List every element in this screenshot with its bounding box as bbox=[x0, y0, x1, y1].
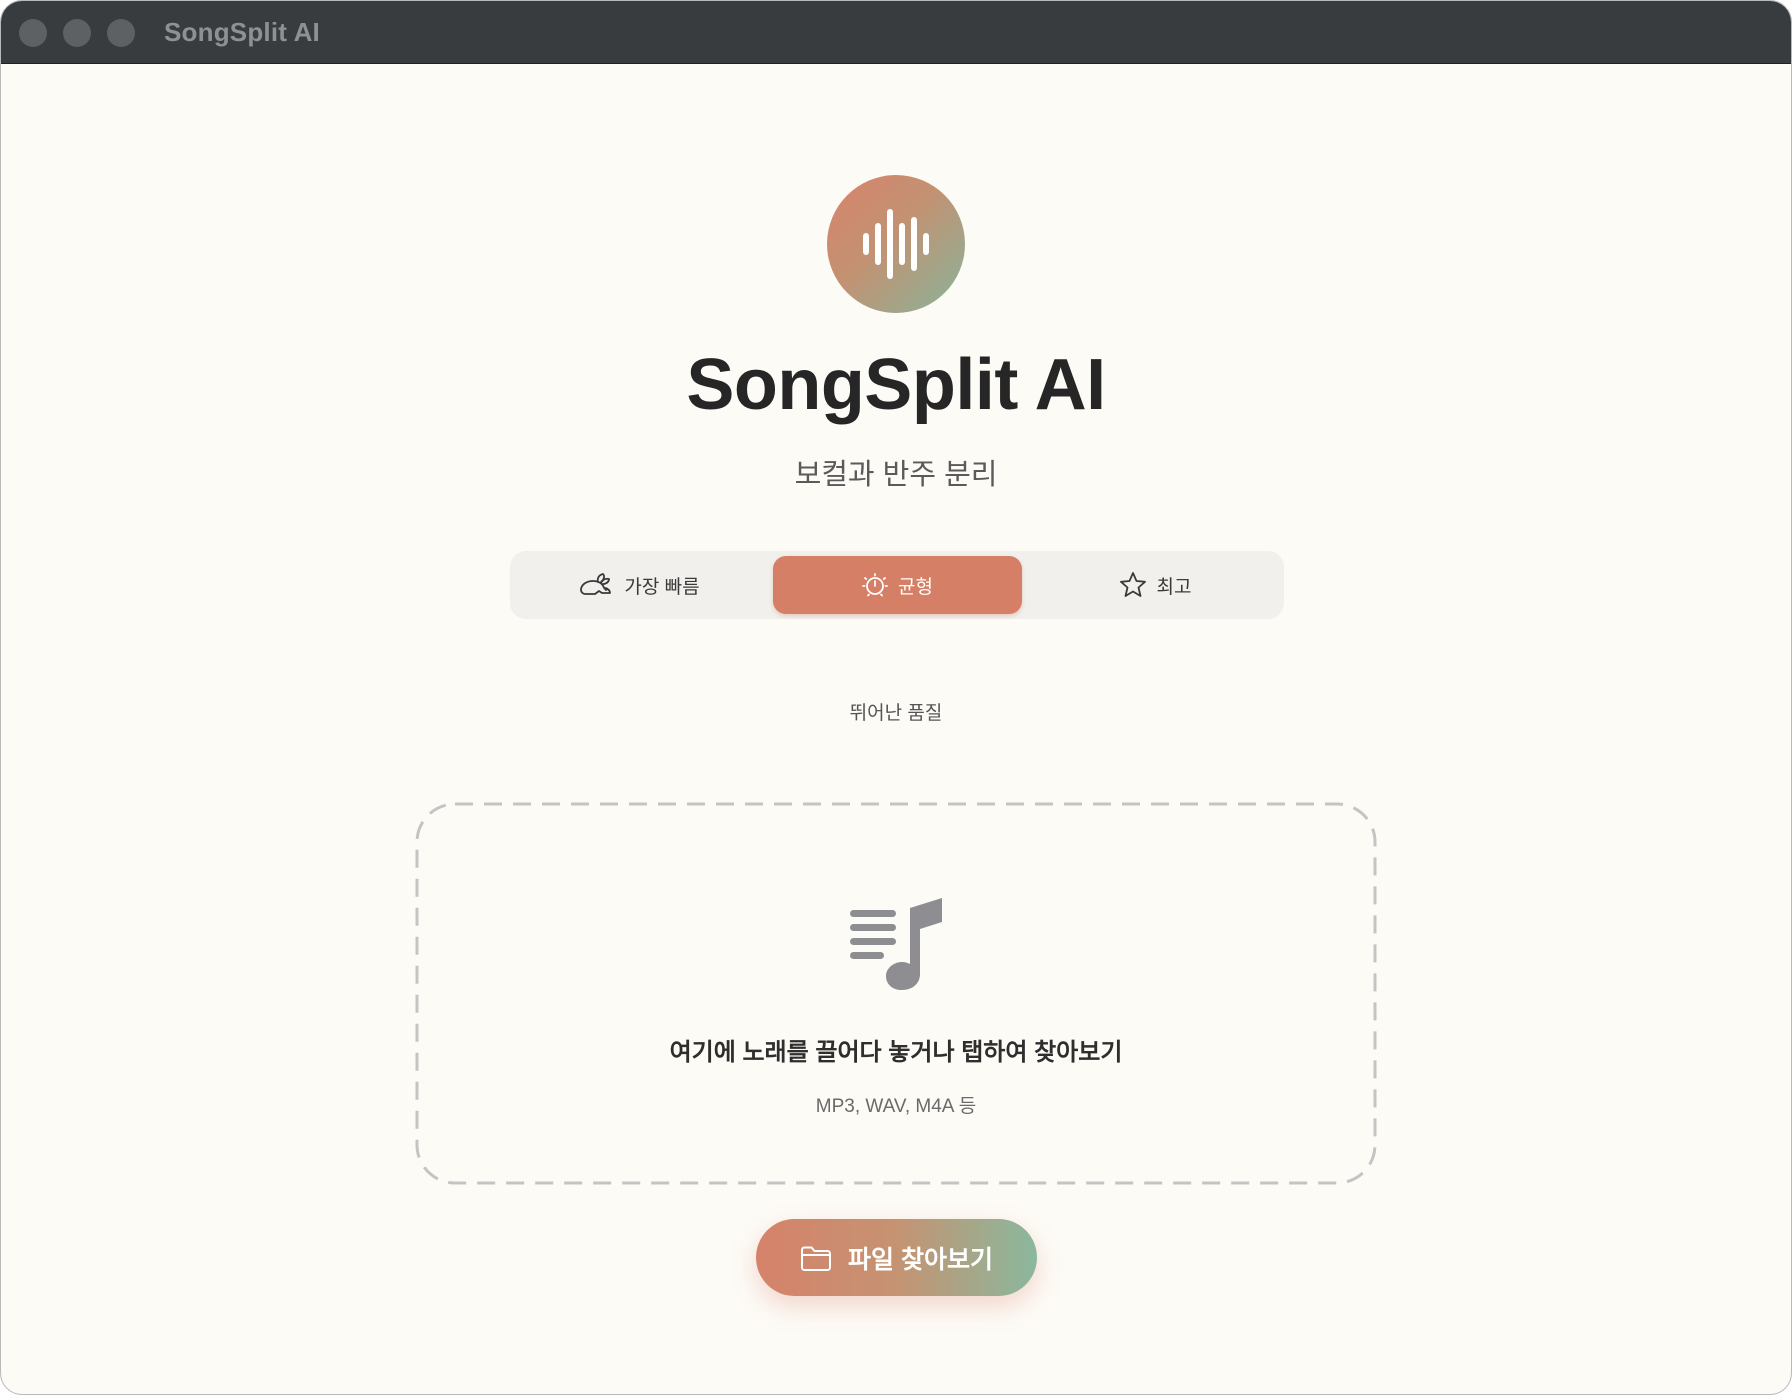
waveform-icon bbox=[863, 209, 929, 279]
browse-files-label: 파일 찾아보기 bbox=[848, 1245, 993, 1274]
rabbit-icon bbox=[580, 573, 612, 595]
dropzone-title: 여기에 노래를 끌어다 놓거나 탭하여 찾아보기 bbox=[669, 1039, 1123, 1066]
close-window-button[interactable] bbox=[19, 19, 47, 47]
folder-icon bbox=[801, 1246, 832, 1271]
mode-balanced-button[interactable]: 균형 bbox=[773, 556, 1022, 614]
music-list-icon bbox=[850, 898, 942, 990]
file-dropzone[interactable]: 여기에 노래를 끌어다 놓거나 탭하여 찾아보기 MP3, WAV, M4A 등 bbox=[415, 802, 1377, 1185]
main-content: SongSplit AI 보컬과 반주 분리 가장 빠름 균형 최고 뛰어난 품… bbox=[1, 64, 1791, 1394]
mode-fastest-button[interactable]: 가장 빠름 bbox=[515, 556, 763, 614]
mode-description: 뛰어난 품질 bbox=[849, 703, 943, 724]
mode-fastest-label: 가장 빠름 bbox=[624, 576, 700, 598]
app-logo bbox=[827, 175, 965, 313]
window-title: SongSplit AI bbox=[164, 17, 320, 47]
title-bar[interactable]: SongSplit AI bbox=[1, 1, 1791, 64]
mode-best-label: 최고 bbox=[1156, 576, 1192, 598]
quality-mode-selector: 가장 빠름 균형 최고 bbox=[510, 551, 1284, 619]
timer-icon bbox=[862, 573, 888, 597]
mode-balanced-label: 균형 bbox=[898, 576, 933, 598]
dropzone-border bbox=[415, 802, 1377, 1185]
dropzone-formats: MP3, WAV, M4A 등 bbox=[815, 1096, 977, 1117]
minimize-window-button[interactable] bbox=[63, 19, 91, 47]
star-icon bbox=[1119, 572, 1146, 597]
zoom-window-button[interactable] bbox=[107, 19, 135, 47]
mode-best-button[interactable]: 최고 bbox=[1031, 556, 1279, 614]
app-subtitle: 보컬과 반주 분리 bbox=[794, 459, 998, 491]
app-window: SongSplit AI SongSplit AI 보컬과 반주 분리 가장 빠… bbox=[0, 0, 1792, 1395]
browse-files-button[interactable]: 파일 찾아보기 bbox=[756, 1219, 1037, 1296]
app-title: SongSplit AI bbox=[686, 345, 1106, 425]
